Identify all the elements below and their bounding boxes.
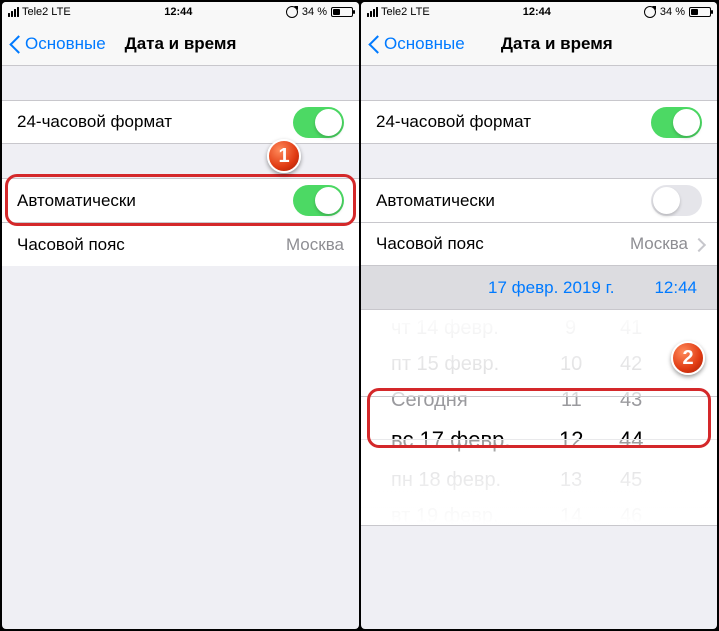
picker-min-option[interactable]: 41 xyxy=(620,310,642,346)
picker-date-option[interactable]: пн 18 февр. xyxy=(391,462,501,498)
battery-pct: 34 % xyxy=(302,6,327,18)
picker-hour-option[interactable]: 9 xyxy=(565,310,576,346)
chevron-right-icon xyxy=(694,238,702,251)
picker-min-option[interactable]: 42 xyxy=(620,346,642,382)
screen-before: Tele2 LTE 12:44 34 % Основные Дата и вре… xyxy=(2,2,359,629)
cell-auto-label: Автоматически xyxy=(376,191,495,211)
status-bar: Tele2 LTE 12:44 34 % xyxy=(361,2,717,22)
status-bar: Tele2 LTE 12:44 34 % xyxy=(2,2,359,22)
cell-auto: Автоматически xyxy=(361,178,717,222)
location-refresh-icon xyxy=(286,6,298,18)
nav-bar: Основные Дата и время xyxy=(2,22,359,66)
screen-after: Tele2 LTE 12:44 34 % Основные Дата и вре… xyxy=(361,2,717,629)
chevron-left-icon xyxy=(10,34,22,54)
nav-bar: Основные Дата и время xyxy=(361,22,717,66)
picker-hour-option[interactable]: 14 xyxy=(560,498,582,526)
picker-date-option[interactable]: пт 15 февр. xyxy=(391,346,499,382)
selected-time-label: 12:44 xyxy=(654,278,697,298)
cell-auto: Автоматически xyxy=(2,178,359,222)
picker-hour-option[interactable]: 10 xyxy=(560,346,582,382)
cell-24hour: 24-часовой формат xyxy=(361,100,717,144)
cell-24hour: 24-часовой формат xyxy=(2,100,359,144)
back-label: Основные xyxy=(25,34,106,54)
network-label: LTE xyxy=(51,6,70,18)
cell-24hour-label: 24-часовой формат xyxy=(376,112,531,132)
status-right: 34 % xyxy=(286,6,353,18)
group-24hour: 24-часовой формат xyxy=(2,100,359,144)
toggle-auto[interactable] xyxy=(651,185,702,216)
carrier-label: Tele2 xyxy=(22,6,48,18)
picker-date-option[interactable]: вт 19 февр. xyxy=(391,498,499,526)
network-label: LTE xyxy=(410,6,429,18)
group-auto-timezone: Автоматически Часовой пояс Москва xyxy=(361,178,717,266)
cell-timezone-value: Москва xyxy=(286,235,344,255)
cell-timezone-value: Москва xyxy=(630,234,688,254)
status-right: 34 % xyxy=(644,6,711,18)
status-time: 12:44 xyxy=(523,6,551,18)
toggle-auto[interactable] xyxy=(293,185,344,216)
signal-icon xyxy=(367,7,378,17)
battery-icon xyxy=(331,7,353,17)
battery-pct: 34 % xyxy=(660,6,685,18)
toggle-24hour[interactable] xyxy=(651,107,702,138)
picker-min-option[interactable]: 46 xyxy=(620,498,642,526)
cell-24hour-label: 24-часовой формат xyxy=(17,112,172,132)
back-label: Основные xyxy=(384,34,465,54)
back-button[interactable]: Основные xyxy=(10,34,106,54)
datetime-picker[interactable]: чт 14 февр. пт 15 февр. Сегодня вс 17 фе… xyxy=(361,310,717,526)
group-auto-timezone: Автоматически Часовой пояс Москва xyxy=(2,178,359,266)
status-time: 12:44 xyxy=(164,6,192,18)
cell-timezone[interactable]: Часовой пояс Москва xyxy=(2,222,359,266)
battery-icon xyxy=(689,7,711,17)
selected-date-label: 17 февр. 2019 г. xyxy=(488,278,614,298)
status-left: Tele2 LTE xyxy=(8,6,71,18)
picker-date-option[interactable]: чт 14 февр. xyxy=(391,310,499,346)
chevron-left-icon xyxy=(369,34,381,54)
location-refresh-icon xyxy=(644,6,656,18)
group-24hour: 24-часовой формат xyxy=(361,100,717,144)
carrier-label: Tele2 xyxy=(381,6,407,18)
annotation-badge-2: 2 xyxy=(671,341,705,375)
cell-timezone-label: Часовой пояс xyxy=(17,235,125,255)
page-title: Дата и время xyxy=(125,34,237,54)
signal-icon xyxy=(8,7,19,17)
status-left: Tele2 LTE xyxy=(367,6,430,18)
annotation-badge-1: 1 xyxy=(267,139,301,173)
toggle-24hour[interactable] xyxy=(293,107,344,138)
selected-datetime-display[interactable]: 17 февр. 2019 г. 12:44 xyxy=(361,266,717,310)
picker-hour-option[interactable]: 13 xyxy=(560,462,582,498)
page-title: Дата и время xyxy=(501,34,613,54)
cell-timezone[interactable]: Часовой пояс Москва xyxy=(361,222,717,266)
back-button[interactable]: Основные xyxy=(369,34,465,54)
cell-auto-label: Автоматически xyxy=(17,191,136,211)
cell-timezone-label: Часовой пояс xyxy=(376,234,484,254)
picker-min-option[interactable]: 45 xyxy=(620,462,642,498)
